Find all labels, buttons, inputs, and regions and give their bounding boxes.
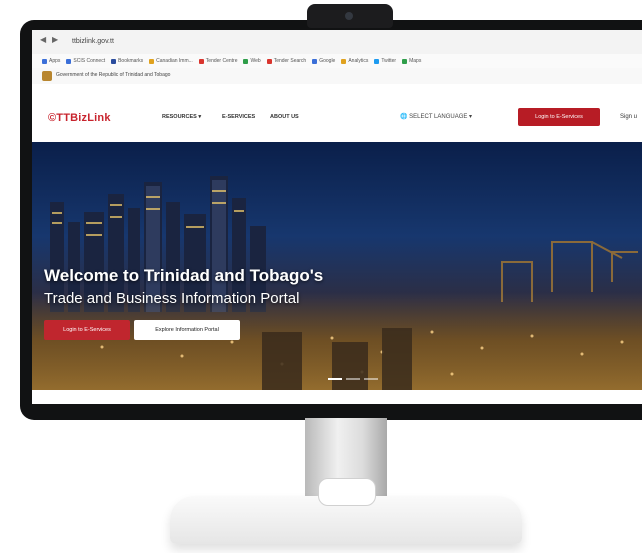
carousel-dot[interactable] (364, 378, 378, 380)
webcam (307, 4, 393, 28)
bookmark-item[interactable]: Web (243, 58, 261, 64)
bookmark-item[interactable]: SCIS Connect (66, 58, 105, 64)
bookmark-item[interactable]: Tender Centre (198, 58, 238, 64)
bookmark-favicon-icon (312, 58, 318, 64)
bookmark-favicon-icon (402, 58, 408, 64)
bookmark-item[interactable]: Analytics (341, 58, 368, 64)
bookmark-favicon-icon (66, 58, 72, 64)
signup-link[interactable]: Sign u (620, 114, 637, 120)
bookmark-item[interactable]: Apps (42, 58, 60, 64)
bookmark-item[interactable]: Twitter (374, 58, 396, 64)
gov-banner-text: Government of the Republic of Trinidad a… (56, 72, 171, 78)
bookmark-favicon-icon (111, 58, 117, 64)
bookmark-favicon-icon (341, 58, 347, 64)
bookmark-item[interactable]: Maps (402, 58, 421, 64)
carousel-dot[interactable] (346, 378, 360, 380)
bookmarks-bar: Apps SCIS Connect Bookmarks Canadian Imm...… (32, 54, 642, 69)
bookmark-label: Analytics (348, 58, 369, 64)
carousel-dot[interactable] (328, 378, 342, 380)
bookmark-label: Twitter (381, 58, 397, 64)
bookmark-item[interactable]: Tender Search (266, 58, 307, 64)
ttbizlink-logo[interactable]: ©TTBizLink (48, 112, 111, 124)
bookmark-item[interactable]: Google (312, 58, 335, 64)
bookmark-item[interactable]: Canadian Imm... (149, 58, 193, 64)
bookmark-label: SCIS Connect (73, 58, 106, 64)
bookmark-favicon-icon (374, 58, 380, 64)
coat-of-arms-icon (42, 71, 52, 81)
browser-address-bar: ◀ ▶ ttbizlink.gov.tt (32, 30, 642, 55)
header-login-button[interactable]: Login to E-Services (518, 108, 600, 126)
hero-banner: Welcome to Trinidad and Tobago's Trade a… (32, 142, 642, 390)
bookmark-label: Canadian Imm... (156, 58, 193, 64)
nav-about-us[interactable]: ABOUT US (270, 114, 299, 120)
bookmark-label: Apps (49, 58, 61, 64)
bookmark-favicon-icon (198, 58, 204, 64)
webcam-lens (345, 12, 353, 20)
nav-eservices[interactable]: E-SERVICES (222, 114, 255, 120)
monitor-stand-cutout (318, 478, 376, 506)
gov-banner: Government of the Republic of Trinidad a… (32, 68, 642, 85)
back-icon[interactable]: ◀ (40, 35, 46, 44)
page-content-strip (32, 390, 642, 404)
hero-title: Welcome to Trinidad and Tobago's (44, 266, 324, 285)
monitor-screen: ◀ ▶ ttbizlink.gov.tt Apps SCIS Connect Boo… (32, 30, 642, 404)
carousel-dots[interactable] (328, 378, 378, 380)
site-header: ©TTBizLink RESOURCES ▾ E-SERVICES ABOUT … (32, 84, 642, 143)
nav-resources[interactable]: RESOURCES ▾ (162, 114, 201, 120)
forward-icon[interactable]: ▶ (52, 35, 58, 44)
bookmark-favicon-icon (243, 58, 249, 64)
hero-login-button[interactable]: Login to E-Services (44, 320, 130, 340)
hero-subtitle: Trade and Business Information Portal (44, 290, 300, 307)
bookmark-label: Maps (409, 58, 422, 64)
bookmark-label: Web (250, 58, 261, 64)
bookmark-label: Bookmarks (118, 58, 144, 64)
url-field[interactable]: ttbizlink.gov.tt (72, 35, 232, 49)
bookmark-item[interactable]: Bookmarks (111, 58, 143, 64)
bookmark-label: Tender Search (273, 58, 307, 64)
bookmark-favicon-icon (42, 58, 47, 64)
explore-portal-button[interactable]: Explore Information Portal (134, 320, 240, 340)
bookmark-favicon-icon (149, 58, 155, 64)
language-selector[interactable]: 🌐 SELECT LANGUAGE ▾ (400, 113, 472, 120)
bookmark-label: Tender Centre (205, 58, 238, 64)
bookmark-favicon-icon (266, 58, 272, 64)
bookmark-label: Google (319, 58, 336, 64)
